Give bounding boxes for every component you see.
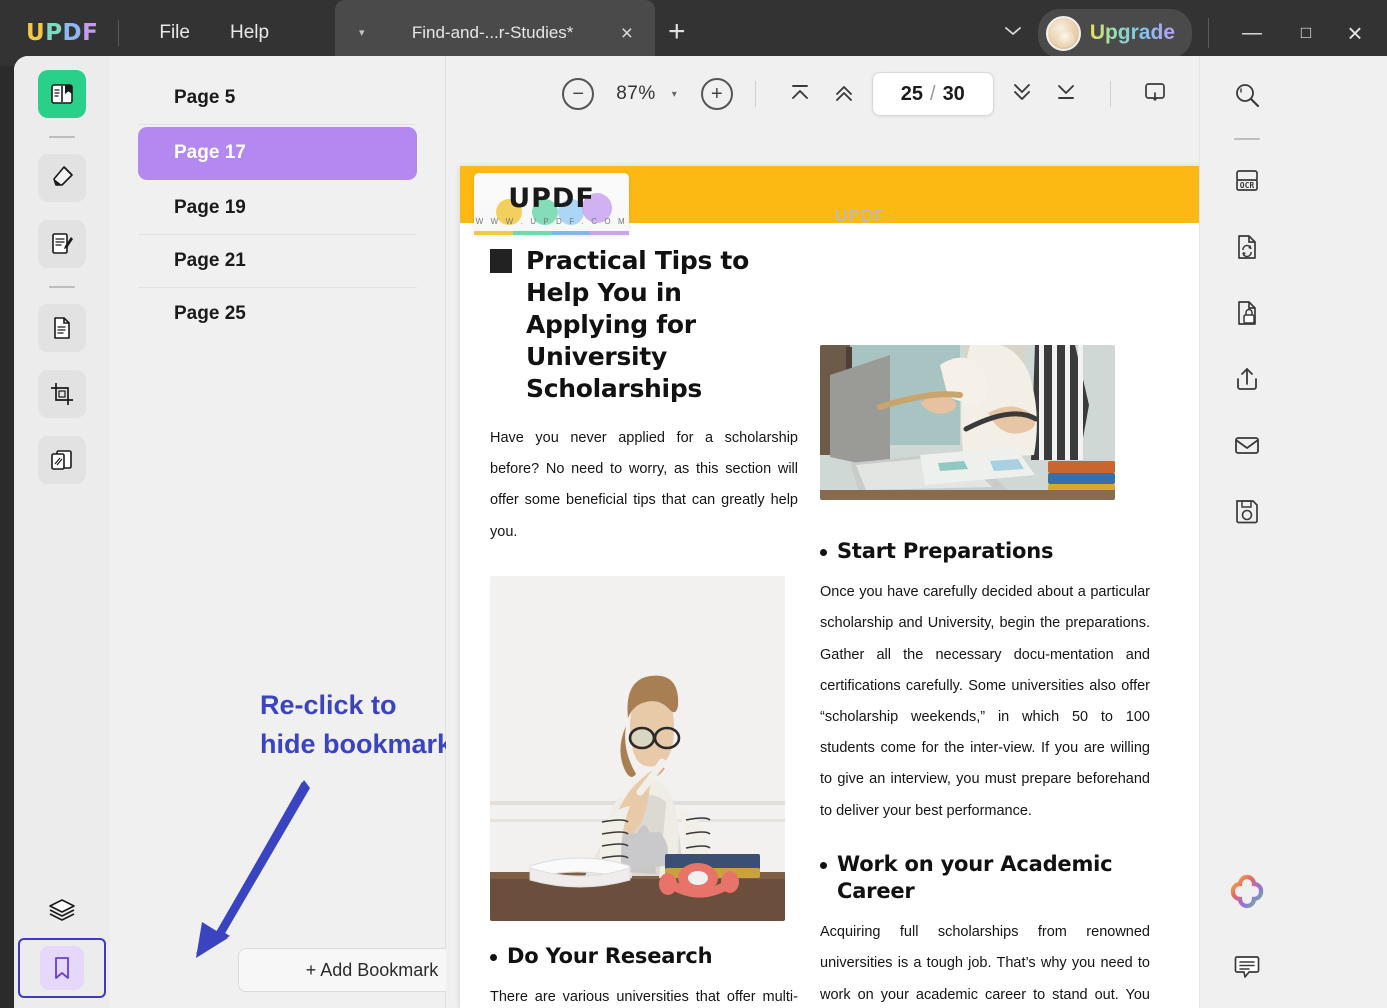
- total-pages-value: 30: [942, 82, 965, 105]
- bookmark-item-page-5[interactable]: Page 5: [138, 72, 417, 125]
- bookmarks-panel: Page 5 Page 17 Page 19 Page 21 Page 25 R…: [110, 56, 506, 1008]
- zoom-in-button[interactable]: +: [700, 78, 733, 110]
- comment-icon[interactable]: [1227, 946, 1267, 986]
- search-icon[interactable]: [1221, 72, 1273, 118]
- minimize-button[interactable]: —: [1225, 22, 1279, 45]
- bookmark-item-page-25[interactable]: Page 25: [138, 288, 417, 341]
- page-number-input[interactable]: 25 / 30: [871, 72, 994, 116]
- email-icon[interactable]: [1221, 422, 1273, 468]
- first-page-icon[interactable]: [778, 79, 822, 110]
- upgrade-label: Upgrade: [1089, 21, 1175, 44]
- organize-pages-icon[interactable]: [38, 436, 86, 484]
- ocr-icon[interactable]: OCR: [1221, 158, 1273, 204]
- close-icon[interactable]: ×: [621, 23, 633, 44]
- bullet-dot-icon-3: [820, 861, 827, 869]
- save-icon[interactable]: [1221, 488, 1273, 534]
- document-tab-title: Find-and-...r-Studies*: [411, 23, 574, 42]
- right-tool-rail: OCR: [1199, 56, 1293, 1008]
- updf-logo: UPDF: [26, 20, 99, 46]
- left-rail-bottom: [14, 890, 110, 998]
- svg-text:OCR: OCR: [1239, 181, 1254, 190]
- convert-file-icon[interactable]: [1221, 224, 1273, 270]
- section-research-heading: Do Your Research: [507, 943, 713, 968]
- app-body: Page 5 Page 17 Page 19 Page 21 Page 25 R…: [14, 56, 1387, 1008]
- protect-document-icon[interactable]: [1221, 290, 1273, 336]
- bookmark-item-page-21[interactable]: Page 21: [138, 235, 417, 288]
- document-area: − 87% ▾ + 25 / 30 UPDF UPDF W W W . U P …: [446, 56, 1293, 1008]
- section-research-heading-row: Do Your Research: [490, 943, 798, 970]
- pdf-page[interactable]: UPDF UPDF W W W . U P D F . C O M Practi…: [460, 166, 1238, 1008]
- page-column-left: Practical Tips to Help You in Applying f…: [490, 245, 820, 1008]
- maximize-button[interactable]: □: [1279, 23, 1333, 43]
- rail-divider: [49, 136, 75, 138]
- page-convert-icon[interactable]: [38, 304, 86, 352]
- desk-meeting-photo: [820, 345, 1115, 500]
- share-icon[interactable]: [1221, 356, 1273, 402]
- titlebar-divider: [118, 20, 120, 46]
- bookmark-item-page-17[interactable]: Page 17: [138, 127, 417, 180]
- previous-page-icon[interactable]: [822, 79, 866, 110]
- document-title-row: Practical Tips to Help You in Applying f…: [490, 245, 798, 405]
- layers-icon[interactable]: [38, 890, 86, 930]
- document-toolbar: − 87% ▾ + 25 / 30: [446, 56, 1293, 132]
- annotation-arrow-icon: [196, 780, 310, 958]
- updf-badge-word: UPDF: [508, 182, 595, 214]
- section-career-body: Acquiring full scholarships from renowne…: [820, 924, 1150, 1003]
- close-window-button[interactable]: ×: [1333, 18, 1387, 49]
- title-square-bullet-icon: [490, 249, 512, 273]
- new-tab-button[interactable]: +: [668, 17, 686, 47]
- last-page-icon[interactable]: [1044, 79, 1088, 110]
- toolbar-divider-2: [1109, 81, 1111, 107]
- section-prep-heading: Start Preparations: [837, 539, 1054, 563]
- left-tool-rail: [14, 56, 110, 1008]
- section-research-body: There are various universities that offe…: [490, 988, 798, 1005]
- crop-page-icon[interactable]: [38, 370, 86, 418]
- section-prep-body: Once you have carefully decided about a …: [820, 584, 1150, 819]
- window-controls-divider: [1208, 18, 1209, 48]
- zoom-dropdown-chevron-icon[interactable]: ▾: [672, 89, 677, 100]
- presentation-mode-icon[interactable]: [1133, 78, 1177, 111]
- toolbar-divider-1: [754, 81, 756, 107]
- avatar[interactable]: [1045, 15, 1081, 51]
- next-page-icon[interactable]: [1000, 79, 1044, 110]
- bullet-dot-icon: [490, 953, 497, 961]
- page-separator: /: [930, 82, 936, 105]
- ai-assistant-icon[interactable]: [1227, 872, 1267, 912]
- section-career-heading: Work on your Academic Career: [837, 851, 1113, 903]
- right-rail-divider: [1233, 138, 1260, 140]
- updf-badge-url: W W W . U P D F . C O M: [475, 216, 628, 226]
- student-thinking-photo: [490, 575, 785, 921]
- bookmark-item-page-19[interactable]: Page 19: [138, 182, 417, 235]
- current-page-value: 25: [900, 82, 923, 105]
- rail-divider-2: [49, 286, 75, 288]
- page-column-right: Start Preparations Once you have careful…: [820, 245, 1150, 1008]
- upgrade-button[interactable]: Upgrade: [1037, 8, 1192, 58]
- bookmarks-list: Page 5 Page 17 Page 19 Page 21 Page 25: [110, 56, 445, 341]
- updf-window: UPDF File Help ▾ Find-and-...r-Studies* …: [0, 0, 1387, 1008]
- zoom-out-button[interactable]: −: [562, 78, 595, 110]
- page-content: Practical Tips to Help You in Applying f…: [460, 223, 1238, 1008]
- zoom-level-value[interactable]: 87%: [616, 83, 656, 105]
- bookmarks-panel-toggle[interactable]: [18, 938, 106, 998]
- section-prep-heading-row: Start Preparations: [820, 538, 1150, 565]
- bullet-dot-icon-2: [820, 549, 827, 556]
- menu-file[interactable]: File: [139, 16, 210, 50]
- page-title: Practical Tips to Help You in Applying f…: [526, 246, 749, 403]
- highlighter-icon[interactable]: [38, 154, 86, 202]
- right-rail-bottom: [1200, 872, 1294, 986]
- menu-help[interactable]: Help: [210, 16, 289, 50]
- section-career-heading-row: Work on your Academic Career: [820, 851, 1150, 906]
- intro-paragraph: Have you never applied for a scholarship…: [490, 430, 798, 540]
- bookmark-icon: [40, 946, 84, 990]
- reader-mode-icon[interactable]: [38, 70, 86, 118]
- tab-list-chevron-icon[interactable]: [988, 23, 1038, 43]
- edit-pdf-icon[interactable]: [38, 220, 86, 268]
